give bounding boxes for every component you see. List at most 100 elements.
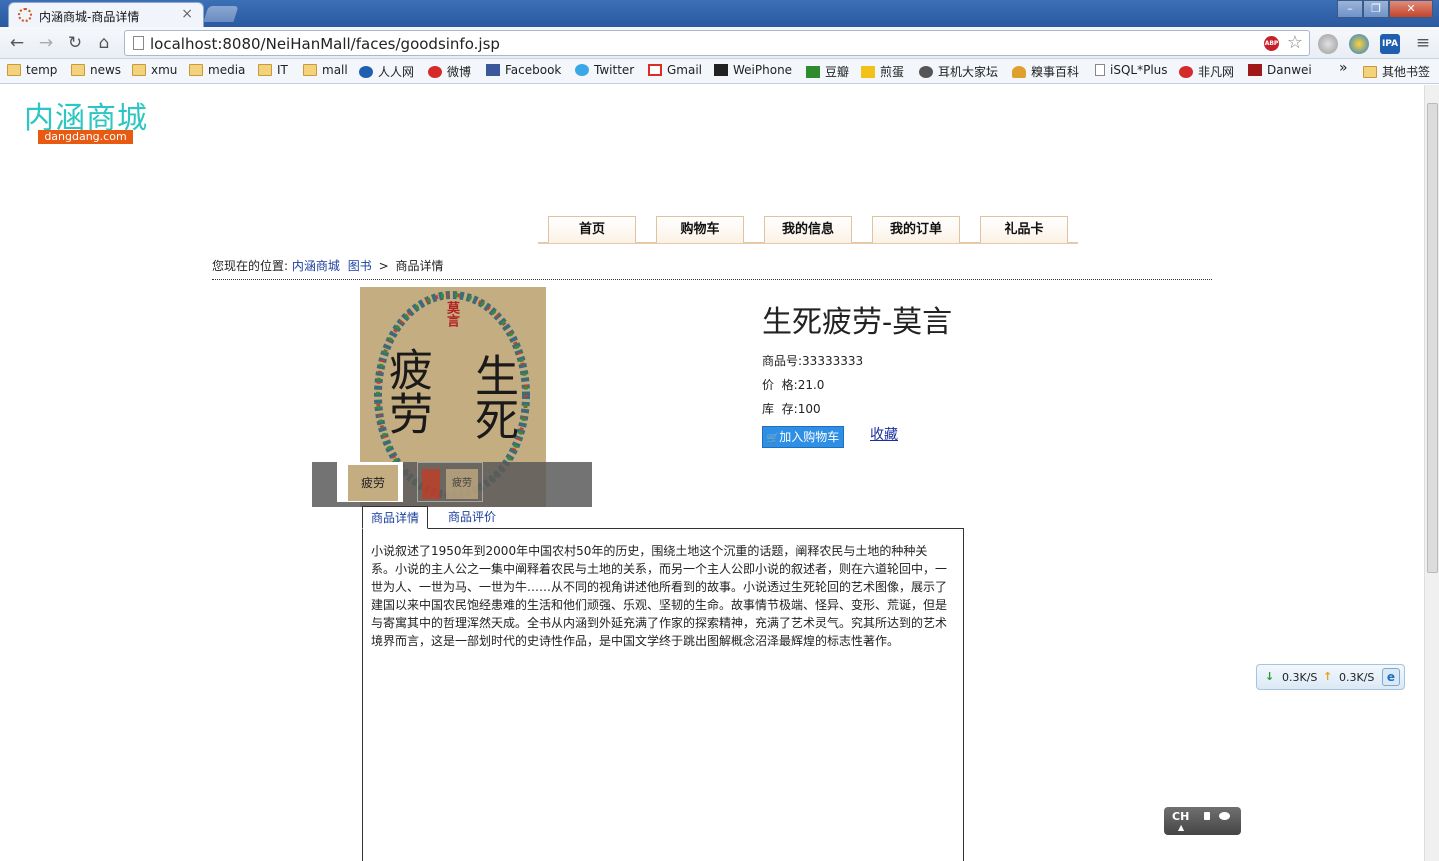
ipa-extension-icon[interactable]: IPA [1380,34,1400,54]
browser-tab-active[interactable]: 内涵商城-商品详情 × [8,2,204,27]
bookmark-folder[interactable]: media [189,63,245,77]
bookmark-isqlplus[interactable]: iSQL*Plus [1095,63,1168,77]
new-tab-button[interactable] [203,6,239,22]
minimize-button[interactable]: – [1337,0,1363,18]
danwei-icon [1248,64,1262,76]
bookmark-label: xmu [151,63,178,77]
tab-product-detail[interactable]: 商品详情 [362,506,429,529]
folder-icon [303,64,317,76]
scrollbar-thumb[interactable] [1427,103,1438,573]
bookmark-folder[interactable]: temp [7,63,57,77]
bookmark-label: 非凡网 [1198,65,1235,79]
bookmark-weiphone[interactable]: WeiPhone [714,63,792,77]
product-description: 小说叙述了1950年到2000年中国农村50年的历史，围绕土地这个沉重的话题，阐… [371,544,948,648]
product-stock: 库 存:100 [762,400,821,417]
bookmark-label: mall [322,63,348,77]
download-speed: 0.3K/S [1282,671,1318,684]
bookmark-erji[interactable]: 耳机大家坛 [919,63,998,80]
breadcrumb: 您现在的位置: 内涵商城 图书 > 商品详情 [212,257,443,274]
divider [212,279,1212,280]
site-logo-subtitle: dangdang.com [38,130,133,144]
sku-label: 商品号: [762,354,803,368]
main-nav: 首页 购物车 我的信息 我的订单 礼品卡 [538,216,1078,244]
price-label: 价 格: [762,378,798,392]
twitter-icon [575,64,589,76]
bookmark-label: 煎蛋 [880,65,905,79]
tab-title: 内涵商城-商品详情 [39,10,140,24]
reload-icon[interactable]: ↻ [64,32,86,54]
ime-language-bar[interactable]: CH ▲ [1164,807,1241,835]
thumbnail-strip: 疲劳 疲劳 [312,462,592,507]
bookmark-label: media [208,63,246,77]
gear-extension-icon[interactable] [1349,34,1369,54]
adblock-icon[interactable]: ABP [1264,36,1279,51]
maximize-button[interactable]: ❐ [1363,0,1389,18]
forward-icon[interactable]: → [35,32,57,54]
bookmarks-overflow-icon[interactable]: » [1339,60,1348,76]
ime-keyboard-icon [1204,812,1210,820]
bookmark-label: iSQL*Plus [1110,63,1168,77]
facebook-icon [486,64,500,76]
bookmark-jandan[interactable]: 煎蛋 [861,63,904,80]
add-to-cart-button[interactable]: 🛒加入购物车 [762,426,844,448]
bookmark-danwei[interactable]: Danwei [1248,63,1312,77]
price-value: 21.0 [797,378,825,392]
other-bookmarks[interactable]: 其他书签 [1363,63,1430,80]
url-text[interactable]: localhost:8080/NeiHanMall/faces/goodsinf… [150,35,500,53]
nav-my-info[interactable]: 我的信息 [764,216,852,243]
nav-gift-card[interactable]: 礼品卡 [980,216,1068,243]
sku-value: 33333333 [802,354,864,368]
bookmark-folder[interactable]: IT [258,63,288,77]
cover-author: 莫言 [444,301,459,327]
product-price: 价 格:21.0 [762,376,824,393]
globe-extension-icon[interactable] [1318,34,1338,54]
browser-toolbar: ← → ↻ ⌂ localhost:8080/NeiHanMall/faces/… [0,27,1439,59]
bookmark-facebook[interactable]: Facebook [486,63,561,77]
bookmark-feifan[interactable]: 非凡网 [1179,63,1234,80]
breadcrumb-home-link[interactable]: 内涵商城 [292,259,340,273]
cover-title-left: 疲劳 [381,347,432,435]
bookmark-folder[interactable]: news [71,63,121,77]
bookmark-label: 人人网 [378,65,415,79]
bookmark-douban[interactable]: 豆瓣 [806,63,849,80]
bookmark-folder[interactable]: xmu [132,63,177,77]
tab-product-reviews[interactable]: 商品评价 [440,506,504,529]
nav-my-orders[interactable]: 我的订单 [872,216,960,243]
breadcrumb-category-link[interactable]: 图书 [348,259,372,273]
bookmarks-bar: temp news xmu media IT mall 人人网 微博 Faceb… [0,59,1439,84]
product-title: 生死疲劳-莫言 [762,305,953,340]
bookmark-label: 糗事百科 [1031,65,1080,79]
nav-home[interactable]: 首页 [548,216,636,243]
nav-cart[interactable]: 购物车 [656,216,744,243]
menu-icon[interactable]: ≡ [1412,32,1434,54]
bookmark-folder[interactable]: mall [303,63,348,77]
tab-close-icon[interactable]: × [181,6,193,22]
bookmark-label: Gmail [667,63,703,77]
bookmark-label: Twitter [594,63,635,77]
product-sku: 商品号:33333333 [762,352,863,369]
thumbnail-2[interactable]: 疲劳 [417,462,483,502]
close-window-button[interactable]: ✕ [1389,0,1433,18]
breadcrumb-current: 商品详情 [395,259,444,273]
thumbnail-1[interactable]: 疲劳 [337,462,403,502]
home-icon[interactable]: ⌂ [93,32,115,54]
thumbnail-2-spine [422,469,440,499]
bookmark-renren[interactable]: 人人网 [359,63,414,80]
favorite-link[interactable]: 收藏 [870,424,898,444]
address-bar[interactable]: localhost:8080/NeiHanMall/faces/goodsinf… [124,30,1310,56]
bookmark-twitter[interactable]: Twitter [575,63,634,77]
bookmark-gmail[interactable]: Gmail [648,63,702,77]
qiushi-icon [1012,65,1026,78]
bookmark-label: 其他书签 [1382,65,1431,79]
loading-icon [18,8,32,22]
ime-expand-icon: ▲ [1178,823,1185,832]
bookmark-label: 耳机大家坛 [938,65,999,79]
bookmark-label: 豆瓣 [825,65,850,79]
bookmark-label: news [90,63,122,77]
bookmark-weibo[interactable]: 微博 [428,63,471,80]
page-scrollbar[interactable] [1424,85,1439,861]
bookmark-star-icon[interactable]: ☆ [1287,32,1303,53]
back-icon[interactable]: ← [6,32,28,54]
network-speed-widget[interactable]: ↓ 0.3K/S ↑ 0.3K/S e [1256,664,1405,690]
bookmark-qiushi[interactable]: 糗事百科 [1012,63,1079,80]
